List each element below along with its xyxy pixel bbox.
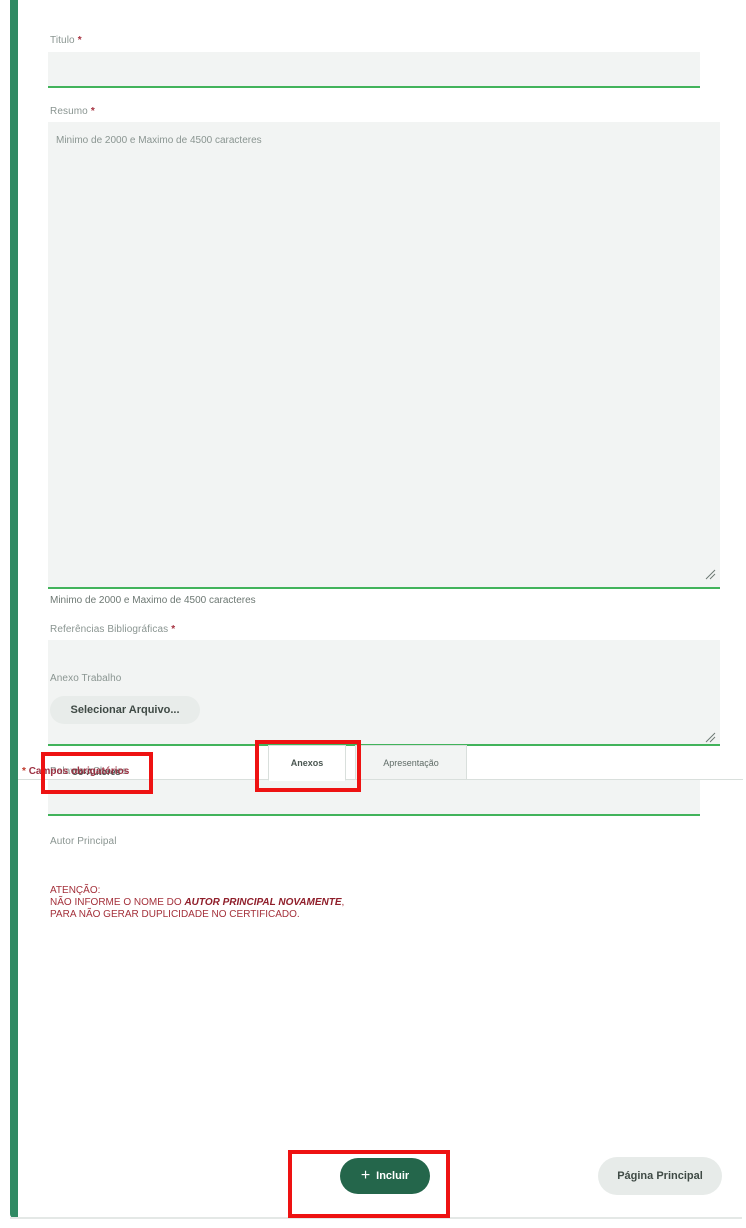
titulo-label: Titulo *	[50, 35, 82, 46]
referencias-resize-handle-icon[interactable]	[704, 731, 716, 743]
autor-principal-label: Autor Principal	[50, 836, 117, 847]
plus-icon: +	[360, 1167, 371, 1184]
anexo-trabalho-label: Anexo Trabalho	[50, 673, 122, 684]
warning-emphasis: AUTOR PRINCIPAL NOVAMENTE	[184, 897, 342, 908]
main-page-button[interactable]: Página Principal	[598, 1157, 722, 1195]
work-submission-form: Titulo * Resumo * Minimo de 2000 e Maximo …	[0, 0, 746, 1228]
titulo-input[interactable]	[48, 52, 700, 88]
resumo-required-mark: *	[90, 106, 95, 117]
duplicate-author-warning: ATENÇÃO: NÃO INFORME O NOME DO AUTOR PRI…	[50, 885, 344, 921]
warning-line-1: ATENÇÃO:	[50, 885, 101, 896]
include-button-label: Incluir	[376, 1170, 410, 1182]
resumo-textarea[interactable]	[48, 122, 720, 589]
required-fields-note: * Campos obrigatórios	[22, 766, 129, 777]
resumo-hint: Minimo de 2000 e Maximo de 4500 caracter…	[50, 595, 256, 606]
referencias-label-text: Referências Bibliográficas	[50, 624, 169, 635]
resumo-resize-handle-icon[interactable]	[704, 568, 716, 580]
warning-line-3: PARA NÃO GERAR DUPLICIDADE NO CERTIFICAD…	[50, 909, 300, 920]
resumo-label: Resumo *	[50, 106, 95, 117]
required-fields-text: Campos obrigatórios	[28, 766, 130, 777]
titulo-label-text: Titulo	[50, 35, 75, 46]
required-fields-star: *	[22, 766, 26, 777]
resumo-label-text: Resumo	[50, 106, 88, 117]
tab-apresentacao[interactable]: Apresentação	[355, 745, 467, 780]
tab-anexos[interactable]: Anexos	[268, 745, 346, 781]
referencias-required-mark: *	[171, 624, 176, 635]
palavras-chaves-input[interactable]	[48, 780, 700, 816]
referencias-textarea[interactable]	[48, 640, 720, 746]
warning-line-2-suffix: ,	[341, 897, 345, 908]
warning-line-2-prefix: NÃO INFORME O NOME DO	[50, 897, 185, 908]
include-button[interactable]: + Incluir	[340, 1158, 430, 1194]
referencias-label: Referências Bibliográficas *	[50, 624, 175, 635]
form-left-accent-bar	[10, 0, 18, 1218]
titulo-required-mark: *	[77, 35, 82, 46]
warning-line-2: NÃO INFORME O NOME DO AUTOR PRINCIPAL NO…	[50, 897, 344, 909]
form-bottom-edge	[10, 1217, 742, 1219]
select-file-button[interactable]: Selecionar Arquivo...	[50, 696, 200, 724]
